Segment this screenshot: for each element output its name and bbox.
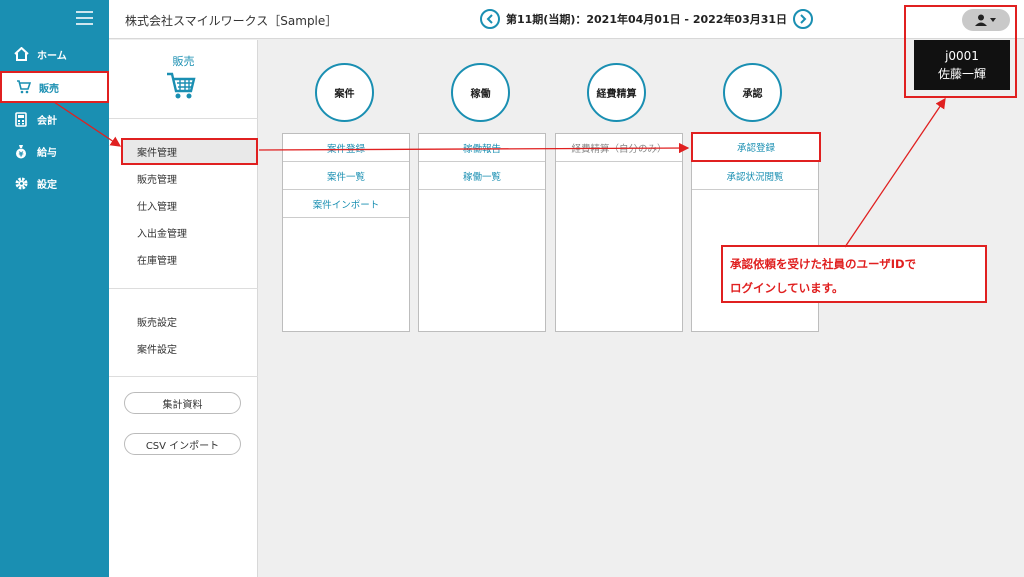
user-icon [975,14,996,26]
sidebar-item-purchase-management[interactable]: 仕入管理 [137,198,177,213]
link-project-register[interactable]: 案件登録 [283,134,409,162]
nav-item-settings[interactable]: 設定 [0,167,109,199]
sidebar-item-project-management[interactable]: 案件管理 [121,138,258,165]
project-card: 案件登録 案件一覧 案件インポート [282,133,410,332]
operation-card: 稼働報告 稼働一覧 [418,133,546,332]
link-expense-self[interactable]: 経費精算（自分のみ） [556,134,682,162]
nav-item-label: 販売 [39,83,59,95]
user-info-popup: j0001 佐藤一輝 [914,40,1010,90]
money-bag-icon: ¥ [13,143,29,159]
calculator-icon [13,111,29,127]
cart-icon [166,72,196,103]
sales-sub-sidebar: 販売 案件管理 販売管理 仕入管理 入出金管理 在庫管理 販売設定 案件設定 集… [109,40,258,577]
section-circle-operation: 稼働 [451,63,510,122]
divider [109,376,258,377]
section-circle-project: 案件 [315,63,374,122]
nav-item-sales[interactable]: 販売 [0,71,109,103]
sidebar-item-cashflow-management[interactable]: 入出金管理 [137,225,187,240]
divider [109,288,258,289]
fiscal-period-label: 第11期(当期)：2021年04月01日 - 2022年03月31日 [506,13,788,26]
annotation-line-2: ログインしています。 [730,281,844,295]
sidebar-item-inventory-management[interactable]: 在庫管理 [137,252,177,267]
sidebar-item-sales-management[interactable]: 販売管理 [137,171,177,186]
user-name: 佐藤一輝 [937,67,986,81]
link-operation-list[interactable]: 稼働一覧 [419,162,545,190]
gear-icon [13,175,29,191]
link-approval-status[interactable]: 承認状況閲覧 [692,162,818,190]
sub-sidebar-title: 販売 [172,55,195,68]
expense-card: 経費精算（自分のみ） [555,133,683,332]
link-operation-report[interactable]: 稼働報告 [419,134,545,162]
fiscal-period-nav: 第11期(当期)：2021年04月01日 - 2022年03月31日 [480,9,814,29]
user-menu-button[interactable] [962,9,1010,31]
home-icon [13,46,29,62]
hamburger-menu-icon[interactable] [76,11,93,25]
link-project-import[interactable]: 案件インポート [283,190,409,218]
annotation-callout: 承認依頼を受けた社員のユーザIDで ログインしています。 [721,245,987,303]
divider [109,118,258,119]
top-bar: 株式会社スマイルワークス［Sample］ 第11期(当期)：2021年04月01… [109,0,1024,39]
next-period-button[interactable] [793,9,814,29]
nav-item-label: 給与 [37,147,57,159]
nav-item-label: ホーム [37,50,67,62]
caret-down-icon [990,18,996,22]
nav-item-payroll[interactable]: ¥ 給与 [0,135,109,167]
nav-item-label: 会計 [37,115,57,127]
section-circle-expense: 経費精算 [587,63,646,122]
svg-text:¥: ¥ [19,150,24,158]
nav-item-home[interactable]: ホーム [0,38,109,70]
section-circle-approval: 承認 [723,63,782,122]
user-id: j0001 [945,49,979,63]
cart-icon [15,79,31,95]
nav-item-accounting[interactable]: 会計 [0,103,109,135]
chevron-left-icon [486,14,493,24]
chevron-right-icon [800,14,807,24]
sidebar-item-project-settings[interactable]: 案件設定 [137,341,177,356]
summary-report-button[interactable]: 集計資料 [124,392,241,414]
left-nav: ホーム 販売 会計 ¥ 給与 設定 [0,0,109,577]
link-project-list[interactable]: 案件一覧 [283,162,409,190]
previous-period-button[interactable] [480,9,500,29]
link-approval-register[interactable]: 承認登録 [691,132,821,162]
csv-import-button[interactable]: CSV インポート [124,433,241,455]
company-name: 株式会社スマイルワークス［Sample］ [125,14,338,28]
nav-item-label: 設定 [37,179,57,191]
sidebar-item-sales-settings[interactable]: 販売設定 [137,314,177,329]
annotation-line-1: 承認依頼を受けた社員のユーザIDで [730,257,917,271]
